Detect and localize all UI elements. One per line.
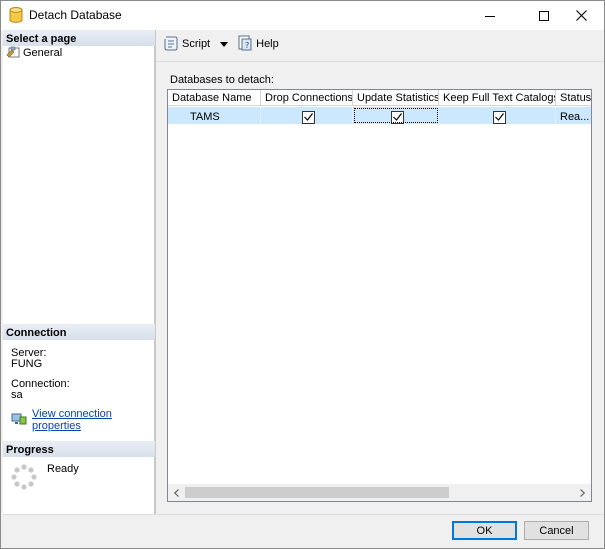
window-title: Detach Database [29,8,122,22]
view-connection-properties[interactable]: View connection properties [11,408,154,432]
detach-database-dialog: Detach Database Select a page General Co… [0,0,605,549]
help-icon: ? [237,35,253,54]
grid-caption: Databases to detach: [170,74,274,86]
scrollbar-thumb[interactable] [185,487,449,498]
page-item-label: General [23,47,63,59]
checkmark-icon [304,113,313,121]
column-header-keep-full-text-catalogs[interactable]: Keep Full Text Catalogs [439,90,556,106]
column-header-update-statistics[interactable]: Update Statistics [353,90,439,106]
cell-status: Rea... [560,111,590,123]
cancel-button[interactable]: Cancel [524,521,589,540]
close-button[interactable] [558,1,604,30]
minimize-button[interactable] [467,1,513,30]
script-icon [163,35,179,54]
toolbar-separator [156,61,603,62]
cell-update-statistics[interactable] [353,107,439,124]
grid-header: Database Name Drop Connections Update St… [168,90,591,106]
chevron-left-icon [174,488,179,497]
server-value: FUNG [11,358,43,370]
cell-database-name[interactable]: TAMS [168,107,261,124]
scroll-right-button[interactable] [574,484,591,501]
ok-button[interactable]: OK [452,521,517,540]
column-header-database-name[interactable]: Database Name [168,90,261,106]
horizontal-scrollbar[interactable] [168,484,591,501]
cell-keep-full-text-catalogs[interactable] [439,107,556,124]
connection-properties-icon [11,412,27,429]
script-label: Script [182,38,211,50]
wrench-page-icon [6,46,20,61]
cell-drop-connections[interactable] [261,107,353,124]
databases-grid[interactable]: Database Name Drop Connections Update St… [167,89,592,502]
page-item-general[interactable]: General [6,46,62,60]
connection-header: Connection [3,324,155,340]
maximize-icon [539,10,549,21]
checkmark-icon [393,113,402,121]
scroll-left-button[interactable] [168,484,185,501]
progress-status: Ready [47,463,79,475]
progress-header: Progress [3,441,155,457]
title-bar: Detach Database [1,1,604,30]
view-connection-link[interactable]: View connection properties [32,408,154,432]
database-icon [9,7,23,23]
drop-connections-checkbox[interactable] [302,110,315,124]
script-button[interactable]: Script [161,33,212,55]
column-header-drop-connections[interactable]: Drop Connections [261,90,353,106]
chevron-right-icon [580,488,585,497]
select-page-header: Select a page [3,30,155,46]
svg-text:?: ? [245,41,249,50]
bottom-separator [3,514,603,515]
checkmark-icon [494,113,504,121]
minimize-icon [485,15,495,17]
keep-full-text-catalogs-checkbox[interactable] [492,110,506,124]
pane-divider [155,30,156,514]
column-header-status[interactable]: Status [556,90,591,106]
help-button[interactable]: ? Help [235,33,281,55]
connection-value: sa [11,389,23,401]
close-icon [575,10,587,21]
toolbar: Script ? Help [161,33,281,55]
update-statistics-checkbox[interactable] [391,110,404,124]
table-row[interactable]: TAMS Rea... [168,107,591,124]
help-label: Help [256,38,279,50]
script-dropdown-button[interactable] [218,33,230,55]
chevron-down-icon [220,41,229,47]
left-pane: Select a page General Connection Server:… [3,30,155,514]
progress-spinner-icon [11,464,37,493]
